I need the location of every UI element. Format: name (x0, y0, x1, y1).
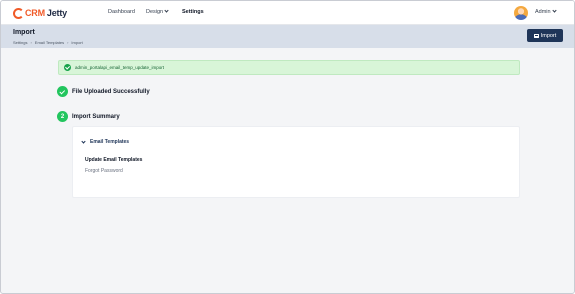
top-navbar: CRM Jetty Dashboard Design Settings Admi… (1, 1, 574, 25)
crmjetty-logo[interactable]: CRM Jetty (13, 7, 67, 19)
accordion-label: Email Templates (90, 139, 130, 145)
app-window: CRM Jetty Dashboard Design Settings Admi… (0, 0, 575, 294)
step-complete-check-icon (57, 86, 68, 97)
step-label: Import Summary (72, 113, 120, 120)
import-icon (533, 33, 539, 38)
user-menu-label: Admin (535, 9, 551, 15)
breadcrumb-item-settings[interactable]: Settings (13, 40, 27, 45)
chevron-down-icon (551, 8, 557, 13)
chevron-down-icon (81, 138, 86, 144)
alert-message: admin_portalapi_email_temp_update_import (75, 65, 165, 70)
step-number-badge: 2 (57, 111, 68, 122)
nav-item-design[interactable]: Design (146, 8, 169, 15)
step-import-summary: 2 Import Summary (57, 111, 257, 123)
breadcrumb: Settings › Email Templates › Import (13, 40, 83, 45)
logo-text-crm: CRM (25, 8, 45, 18)
breadcrumb-item-import: Import (71, 40, 83, 45)
user-avatar[interactable] (514, 6, 528, 20)
check-circle-icon (64, 64, 71, 71)
logo-c-icon (13, 7, 24, 19)
import-button[interactable]: Import (527, 29, 563, 42)
breadcrumb-separator-icon: › (30, 40, 32, 45)
nav-item-design-label: Design (146, 9, 164, 15)
success-alert: admin_portalapi_email_temp_update_import (58, 60, 520, 75)
chevron-down-icon (164, 8, 169, 13)
step-label: File Uploaded Successfully (72, 88, 150, 95)
template-list-item: Forgot Password (85, 168, 123, 174)
import-summary-card: Email Templates Update Email Templates F… (72, 126, 520, 198)
logo-text-jetty: Jetty (46, 8, 67, 18)
page-title: Import (13, 29, 35, 36)
user-menu[interactable]: Admin (535, 8, 557, 15)
breadcrumb-item-email-templates[interactable]: Email Templates (35, 40, 64, 45)
group-title: Update Email Templates (85, 157, 143, 163)
breadcrumb-separator-icon: › (67, 40, 69, 45)
nav-item-settings[interactable]: Settings (182, 9, 204, 15)
email-templates-accordion-toggle[interactable]: Email Templates (81, 138, 130, 145)
nav-item-dashboard[interactable]: Dashboard (108, 9, 135, 15)
step-file-uploaded: File Uploaded Successfully (57, 86, 257, 98)
page-header: Import Settings › Email Templates › Import (1, 25, 574, 48)
import-button-label: Import (540, 32, 557, 39)
